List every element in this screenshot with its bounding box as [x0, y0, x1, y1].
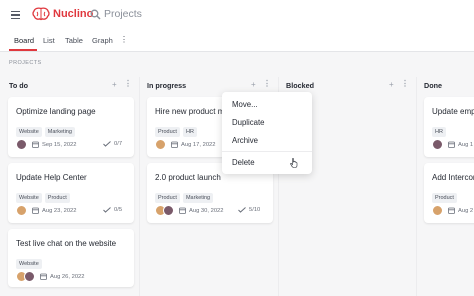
- due-date: Sep 15, 2022: [42, 141, 77, 148]
- avatar: [155, 139, 166, 150]
- card-update-help-center[interactable]: Update Help Center Website Product Aug 2…: [8, 163, 134, 223]
- tag-label: Marketing: [44, 127, 75, 137]
- calendar-icon: [40, 273, 47, 280]
- card-test-live-chat[interactable]: Test live chat on the website Website Au…: [8, 229, 134, 287]
- card-title: Update empl: [432, 107, 474, 116]
- app-name: Nuclino: [53, 8, 94, 20]
- tag-label: Website: [16, 259, 42, 269]
- view-tabs: Board List Table Graph ⋮: [0, 30, 474, 52]
- column-title-blocked: Blocked: [286, 81, 314, 90]
- tag-label: Product: [155, 127, 180, 137]
- checklist-progress: 5/10: [238, 207, 260, 213]
- tab-board[interactable]: Board: [14, 36, 34, 45]
- add-card-icon[interactable]: +: [112, 80, 117, 89]
- tag-label: Product: [432, 193, 457, 203]
- menu-item-delete[interactable]: Delete: [232, 158, 255, 167]
- checklist-progress: 0/5: [103, 207, 122, 213]
- section-label: PROJECTS: [9, 60, 42, 66]
- due-date: Aug 23, 2022: [42, 207, 77, 214]
- calendar-icon: [171, 141, 178, 148]
- column-more-icon[interactable]: ⋮: [263, 79, 271, 88]
- tag-label: Marketing: [182, 193, 214, 203]
- menu-item-archive[interactable]: Archive: [232, 136, 258, 145]
- checklist-icon: [103, 207, 111, 213]
- calendar-icon: [448, 141, 455, 148]
- column-divider: [416, 77, 417, 296]
- card-update-employee[interactable]: Update empl HR Aug 1: [424, 97, 474, 157]
- tab-table[interactable]: Table: [65, 36, 83, 45]
- calendar-icon: [448, 207, 455, 214]
- calendar-icon: [32, 141, 39, 148]
- add-card-icon[interactable]: +: [389, 80, 394, 89]
- card-title: Hire new product ma: [155, 107, 229, 116]
- calendar-icon: [32, 207, 39, 214]
- card-add-intercom[interactable]: Add Intercom Product Aug 2: [424, 163, 474, 223]
- column-divider: [139, 77, 140, 296]
- tab-list[interactable]: List: [43, 36, 55, 45]
- checklist-count: 0/5: [114, 207, 123, 213]
- tag-label: HR: [182, 127, 197, 137]
- hand-cursor-icon: [290, 158, 298, 168]
- menu-item-move[interactable]: Move...: [232, 100, 258, 109]
- due-date: Aug 30, 2022: [189, 207, 224, 214]
- checklist-icon: [238, 207, 246, 213]
- card-title: Optimize landing page: [16, 107, 96, 116]
- brain-logo-icon: [32, 7, 50, 21]
- calendar-icon: [179, 207, 186, 214]
- card-title: Update Help Center: [16, 173, 87, 182]
- avatar: [16, 205, 27, 216]
- menu-icon[interactable]: [11, 11, 20, 19]
- avatar: [163, 205, 174, 216]
- column-title-done: Done: [424, 81, 442, 90]
- card-title: Add Intercom: [432, 173, 474, 182]
- tag-label: HR: [432, 127, 446, 137]
- top-bar: Nuclino Projects: [0, 0, 474, 30]
- menu-item-duplicate[interactable]: Duplicate: [232, 118, 265, 127]
- due-date: Aug 2: [458, 207, 474, 214]
- column-context-menu: Move... Duplicate Archive Delete: [222, 92, 312, 174]
- column-title-in-progress: In progress: [147, 81, 187, 90]
- tag-label: Website: [16, 127, 42, 137]
- tag-label: Website: [16, 193, 42, 203]
- avatar: [432, 139, 443, 150]
- tabs-more-icon[interactable]: ⋮: [120, 35, 128, 44]
- checklist-count: 5/10: [249, 207, 261, 213]
- card-optimize-landing-page[interactable]: Optimize landing page Website Marketing …: [8, 97, 134, 157]
- checklist-icon: [103, 141, 111, 147]
- active-tab-indicator: [9, 49, 37, 51]
- card-title: 2.0 product launch: [155, 173, 221, 182]
- column-more-icon[interactable]: ⋮: [401, 79, 409, 88]
- checklist-count: 0/7: [114, 141, 123, 147]
- app-logo[interactable]: Nuclino: [32, 7, 93, 21]
- tab-graph[interactable]: Graph: [92, 36, 113, 45]
- workspace-breadcrumb[interactable]: Projects: [104, 8, 142, 20]
- card-title: Test live chat on the website: [16, 239, 117, 248]
- add-card-icon[interactable]: +: [251, 80, 256, 89]
- menu-divider: [222, 151, 312, 152]
- due-date: Aug 17, 2022: [181, 141, 216, 148]
- due-date: Aug 1: [458, 141, 474, 148]
- avatar: [24, 271, 35, 282]
- checklist-progress: 0/7: [103, 141, 122, 147]
- due-date: Aug 26, 2022: [50, 273, 85, 280]
- avatar: [432, 205, 443, 216]
- tag-label: Product: [44, 193, 70, 203]
- search-icon[interactable]: [90, 9, 101, 20]
- tag-label: Product: [155, 193, 180, 203]
- column-title-todo: To do: [9, 81, 29, 90]
- column-more-icon[interactable]: ⋮: [124, 79, 132, 88]
- avatar: [16, 139, 27, 150]
